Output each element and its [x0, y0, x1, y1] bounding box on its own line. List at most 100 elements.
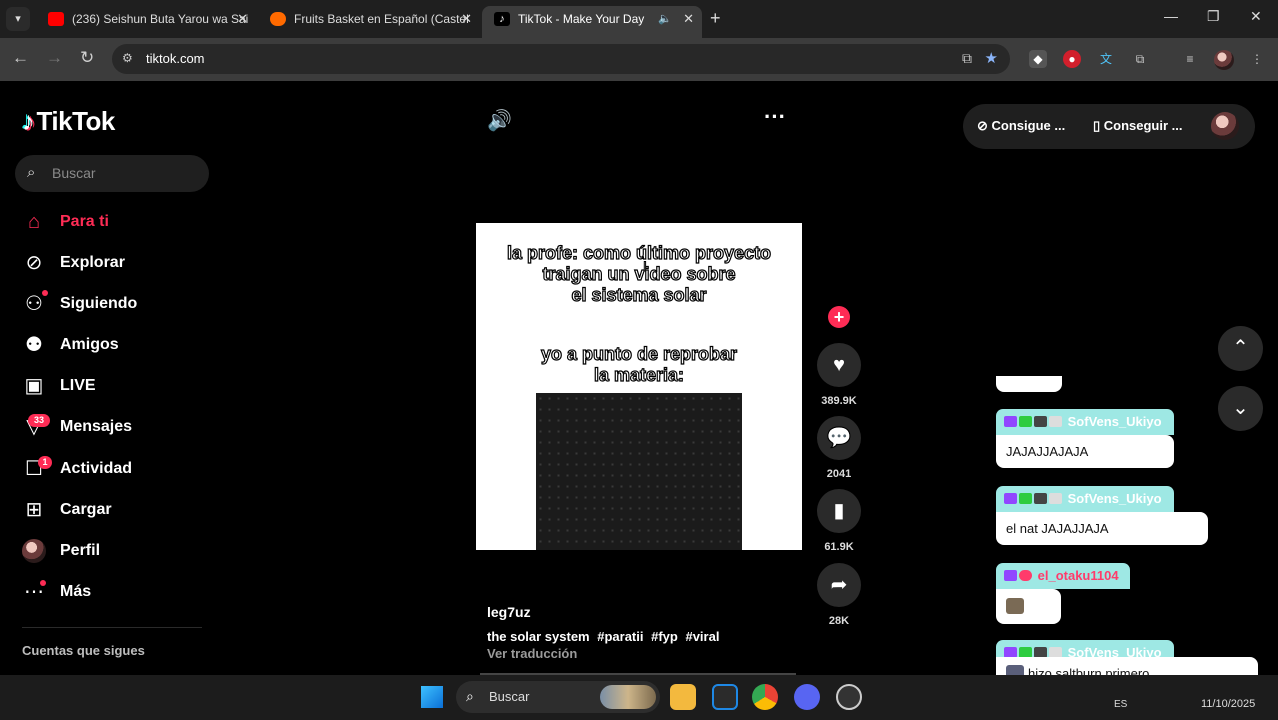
install-app-icon[interactable]: ⧉	[962, 50, 972, 67]
tab-crunchyroll[interactable]: Fruits Basket en Español (Castel ✕	[258, 6, 480, 38]
new-tab-button[interactable]: +	[710, 8, 721, 28]
tiktok-icon: ♪	[494, 12, 510, 26]
caption-line: el sistema solar	[571, 284, 707, 305]
upload-icon: ⊞	[25, 499, 43, 521]
badge-icon	[1049, 416, 1062, 427]
follow-plus-button[interactable]: +	[828, 306, 850, 328]
get-coins-button[interactable]: ⊘ Consigue ...	[977, 118, 1065, 134]
notification-dot	[40, 580, 46, 586]
nav-mas[interactable]: ⋯ Más	[22, 578, 212, 608]
search-icon: ⌕	[27, 164, 36, 181]
nav-label: Cargar	[60, 501, 112, 518]
puzzle-icon[interactable]: ⧉	[1131, 50, 1149, 68]
close-tab-icon[interactable]: ✕	[461, 6, 472, 32]
profile-avatar-icon[interactable]	[1214, 50, 1234, 70]
volume-icon[interactable]: 🔊	[487, 108, 512, 133]
browser-tab-bar: ▾ (236) Seishun Buta Yarou wa Sai ✕ Frui…	[0, 0, 1278, 38]
video-player[interactable]: la profe: como último proyecto traigan u…	[476, 223, 802, 550]
back-icon[interactable]: ←	[12, 48, 29, 68]
taskbar-search[interactable]: ⌕ Buscar	[456, 681, 660, 713]
app-icon[interactable]	[712, 684, 738, 710]
chrome-icon[interactable]	[752, 684, 778, 710]
search-placeholder: Buscar	[52, 165, 96, 181]
see-translation-link[interactable]: Ver traducción	[487, 646, 577, 661]
minimize-button[interactable]: —	[1164, 8, 1178, 24]
sidebar-divider	[22, 627, 202, 628]
video-caption-mid: yo a punto de reprobar la materia:	[476, 343, 802, 386]
tab-search-dropdown[interactable]: ▾	[6, 7, 30, 31]
chat-username: el_otaku1104	[996, 563, 1130, 589]
nav-label: Mensajes	[60, 418, 133, 435]
speaker-icon[interactable]: 🔈	[658, 6, 672, 32]
nav-amigos[interactable]: ⚉ Amigos	[22, 331, 212, 361]
profile-avatar	[22, 539, 46, 563]
next-video-button[interactable]: ⌄	[1218, 386, 1263, 431]
close-tab-icon[interactable]: ✕	[683, 6, 694, 32]
search-highlight-image	[600, 685, 656, 709]
nav-cargar[interactable]: ⊞ Cargar	[22, 496, 212, 526]
chat-username: SofVens_Ukiyo	[996, 409, 1174, 435]
previous-video-button[interactable]: ⌃	[1218, 326, 1263, 371]
restore-button[interactable]: ❐	[1207, 8, 1220, 25]
omnibox[interactable]: ⚙ tiktok.com ⧉ ★	[112, 44, 1010, 74]
user-avatar[interactable]	[1211, 112, 1239, 140]
obs-icon[interactable]	[836, 684, 862, 710]
tiktok-logo[interactable]: ♪TikTok	[22, 106, 115, 137]
nav-label: LIVE	[60, 377, 96, 394]
reload-icon[interactable]: ↻	[80, 48, 94, 68]
discord-icon[interactable]	[794, 684, 820, 710]
comment-count: 2041	[826, 468, 852, 480]
adblock-icon[interactable]: ●	[1063, 50, 1081, 68]
language-indicator[interactable]: ES	[1114, 699, 1127, 710]
notification-dot	[42, 290, 48, 296]
caption-line: la profe: como último proyecto	[506, 242, 772, 263]
share-button[interactable]: ➦	[817, 563, 861, 607]
close-window-button[interactable]: ✕	[1250, 8, 1262, 25]
like-button[interactable]: ♥	[817, 343, 861, 387]
video-description: the solar system #paratii #fyp #viral	[487, 629, 719, 644]
forward-icon[interactable]: →	[46, 48, 63, 68]
hashtag-link[interactable]: #fyp	[651, 629, 678, 644]
video-author[interactable]: leg7uz	[487, 604, 531, 620]
nav-live[interactable]: ▣ LIVE	[22, 372, 212, 402]
media-control-icon[interactable]: ≡	[1181, 50, 1199, 68]
save-button[interactable]: ▮	[817, 489, 861, 533]
following-accounts-heading: Cuentas que sigues	[22, 643, 145, 658]
tab-youtube[interactable]: (236) Seishun Buta Yarou wa Sai ✕	[36, 6, 256, 38]
clock-date[interactable]: 11/10/2025	[1201, 698, 1255, 710]
more-options-icon[interactable]: ···	[764, 104, 786, 130]
nav-perfil[interactable]: Perfil	[22, 537, 212, 567]
get-app-button[interactable]: ▯ Conseguir ...	[1093, 118, 1183, 134]
nav-para-ti[interactable]: ⌂ Para ti	[22, 208, 212, 238]
nav-label: Perfil	[60, 542, 101, 559]
site-settings-icon[interactable]: ⚙	[122, 51, 133, 65]
tab-tiktok[interactable]: ♪ TikTok - Make Your Day 🔈 ✕	[482, 6, 702, 38]
menu-kebab-icon[interactable]: ⋮	[1248, 50, 1266, 68]
twitch-icon	[1004, 493, 1017, 504]
url-text[interactable]: tiktok.com	[146, 51, 205, 66]
nav-explorar[interactable]: ⊘ Explorar	[22, 249, 212, 279]
comment-button[interactable]: 💬	[817, 416, 861, 460]
extension-icon[interactable]: ◆	[1029, 50, 1047, 68]
description-text: the solar system	[487, 629, 590, 644]
close-tab-icon[interactable]: ✕	[237, 6, 248, 32]
chevron-down-icon: ⌄	[1232, 397, 1249, 419]
hashtag-link[interactable]: #paratii	[597, 629, 643, 644]
nav-label: Actividad	[60, 460, 133, 477]
nav-mensajes[interactable]: ▽ 33 Mensajes	[22, 413, 212, 443]
windows-start-icon[interactable]	[421, 686, 443, 708]
coin-icon: ⊘	[977, 118, 992, 133]
chat-username-text: SofVens_Ukiyo	[1067, 491, 1162, 506]
heart-icon: ♥	[833, 354, 845, 376]
tab-title: Fruits Basket en Español (Castel	[294, 12, 469, 26]
badge-icon	[1034, 416, 1047, 427]
chat-message: el nat JAJAJJAJA	[996, 512, 1208, 545]
search-input[interactable]: ⌕ Buscar	[15, 155, 209, 192]
translate-extension-icon[interactable]: 文	[1097, 50, 1115, 68]
nav-siguiendo[interactable]: ⚇ Siguiendo	[22, 290, 212, 320]
file-explorer-icon[interactable]	[670, 684, 696, 710]
hashtag-link[interactable]: #viral	[685, 629, 719, 644]
nav-actividad[interactable]: ☐ 1 Actividad	[22, 455, 212, 485]
bookmark-star-icon[interactable]: ★	[985, 49, 998, 67]
crunchyroll-icon	[270, 12, 286, 26]
